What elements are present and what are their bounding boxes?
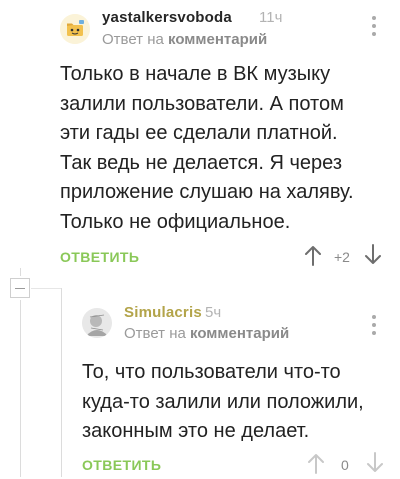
reply-prefix: Ответ на [102,31,164,48]
upvote-button[interactable] [307,452,325,474]
reply-button[interactable]: ОТВЕТИТЬ [60,249,139,265]
reply-target-link[interactable]: комментарий [168,31,267,48]
reply-target-link[interactable]: комментарий [190,325,289,342]
arrow-up-icon [305,246,321,266]
comment-time: 5ч [205,304,222,321]
reply-button[interactable]: ОТВЕТИТЬ [82,457,161,473]
comment-text: Только в начале в ВК музыку залили польз… [60,60,390,237]
text-line: Только не официальное. [60,210,291,233]
upvote-button[interactable] [304,244,322,266]
rating-value: 0 [341,457,349,473]
collapse-thread-button[interactable] [10,278,30,298]
more-options-icon[interactable] [370,16,378,40]
downvote-button[interactable] [366,452,384,474]
comment-time: 11ч [259,9,283,26]
grey-sketch-avatar-icon [82,308,112,338]
comment-author[interactable]: yastalkersvoboda [102,9,232,26]
comment-text: То, что пользователи что-то куда-то зали… [82,358,392,447]
reply-prefix: Ответ на [124,325,186,342]
minus-icon [15,288,25,289]
thread-connector [31,288,61,289]
arrow-down-icon [365,244,381,264]
folder-cartoon-avatar-icon [60,14,90,44]
comment-2: Simulacris 5ч Ответ на комментарий То, ч… [0,296,400,477]
avatar[interactable] [60,14,90,44]
text-line: То, что пользователи что-то [82,361,341,383]
reply-to-line[interactable]: Ответ на комментарий [102,31,267,48]
text-line: эти гады ее сделали платной. [60,122,338,144]
text-line: Только в начале в ВК музыку [60,63,331,85]
comment-author[interactable]: Simulacris [124,304,202,321]
text-line: залили пользователи. А потом [60,92,344,115]
text-line: законным это не делает. [82,420,310,442]
text-line: приложение слушаю на халяву. [60,181,354,203]
reply-to-line[interactable]: Ответ на комментарий [124,325,289,342]
text-line: Так ведь не делается. Я через [60,151,342,174]
avatar[interactable] [82,308,112,338]
arrow-down-icon [367,452,383,472]
rating-value: +2 [334,249,350,265]
downvote-button[interactable] [364,244,382,266]
more-options-icon[interactable] [370,315,378,339]
text-line: куда-то залили или положили, [82,390,364,413]
comment-1: yastalkersvoboda 11ч Ответ на комментари… [0,0,400,276]
arrow-up-icon [308,454,324,474]
